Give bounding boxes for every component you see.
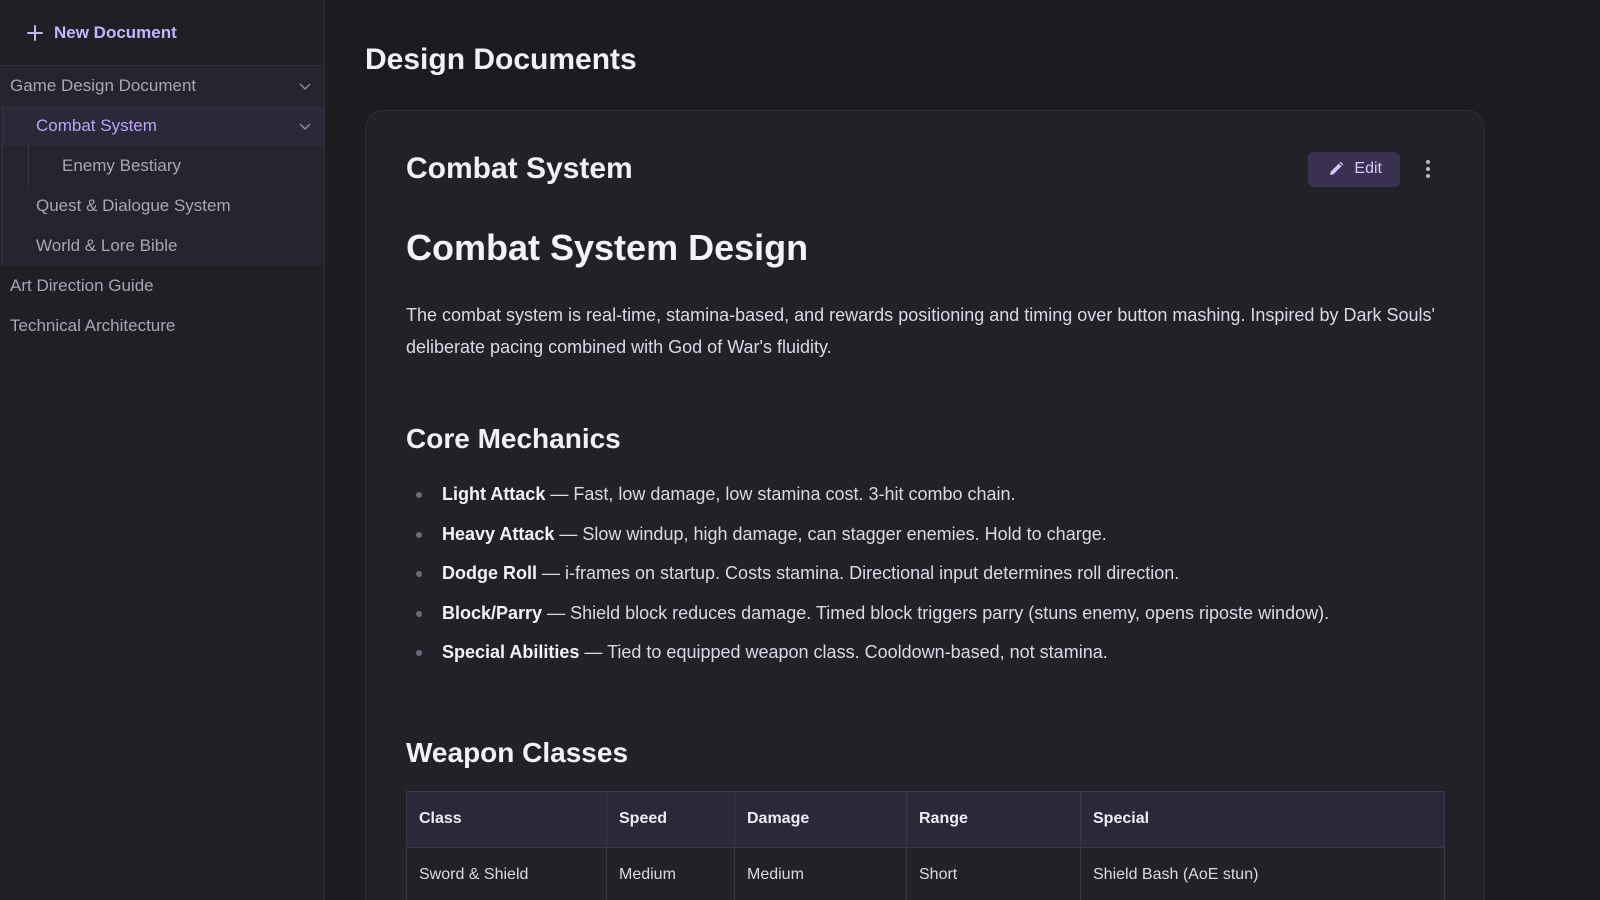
sidebar-item-game-design-document[interactable]: Game Design Document [0,66,324,106]
card-header: Combat System Edit [406,149,1444,189]
chevron-down-icon[interactable] [298,79,312,93]
new-document-label: New Document [54,22,177,42]
list-item: Dodge Roll — i-frames on startup. Costs … [406,554,1444,594]
sidebar: New Document Game Design Document Combat… [0,0,325,900]
sidebar-item-label: Quest & Dialogue System [36,196,231,215]
column-header-class: Class [406,790,607,848]
doc-heading-1: Combat System Design [406,227,809,268]
table-cell: Short [906,846,1081,900]
sidebar-item-label: World & Lore Bible [36,236,178,255]
list-item: Special Abilities — Tied to equipped wea… [406,633,1444,673]
mechanic-desc: — Shield block reduces damage. Timed blo… [542,602,1330,623]
column-header-damage: Damage [734,790,907,848]
mechanic-term: Block/Parry [442,602,543,623]
list-item: Light Attack — Fast, low damage, low sta… [406,475,1444,515]
plus-icon [27,24,43,41]
mechanic-desc: — Fast, low damage, low stamina cost. 3-… [545,484,1016,504]
weapon-classes-table: Class Speed Damage Range Special Sword &… [406,790,1445,900]
edit-label: Edit [1354,160,1382,177]
document-title: Combat System [406,152,633,185]
table-cell: Sword & Shield [406,846,607,900]
document-tree: Game Design Document Combat System Enemy… [0,66,324,346]
weapon-classes-heading: Weapon Classes [406,736,629,768]
mechanic-term: Light Attack [442,484,546,504]
column-header-speed: Speed [606,790,735,848]
list-item: Block/Parry — Shield block reduces damag… [406,594,1444,634]
core-mechanics-list: Light Attack — Fast, low damage, low sta… [406,475,1444,673]
column-header-special: Special [1080,790,1445,848]
more-vertical-icon[interactable] [1420,158,1436,180]
column-header-range: Range [906,790,1081,848]
core-mechanics-heading: Core Mechanics [406,423,621,454]
table-cell: Medium [606,846,735,900]
sidebar-item-enemy-bestiary[interactable]: Enemy Bestiary [29,146,324,186]
edit-button[interactable]: Edit [1308,151,1400,187]
sidebar-item-label: Game Design Document [10,76,197,95]
page-title: Design Documents [365,43,637,76]
mechanic-term: Dodge Roll [442,563,537,583]
mechanic-term: Special Abilities [442,642,580,662]
pencil-icon [1330,161,1344,175]
tree-children-game-design: Combat System Enemy Bestiary Quest & Dia… [2,106,324,266]
table-cell: Medium [734,846,907,900]
sidebar-item-label: Art Direction Guide [10,276,154,295]
document-card: Combat System Edit Combat System Design … [365,110,1485,900]
table-row: Sword & Shield Medium Medium Short Shiel… [406,846,1445,900]
app: New Document Game Design Document Combat… [0,0,1600,900]
card-actions: Edit [1308,151,1436,187]
mechanic-desc: — Tied to equipped weapon class. Cooldow… [579,642,1108,662]
sidebar-item-world-lore-bible[interactable]: World & Lore Bible [3,226,324,266]
sidebar-item-label: Technical Architecture [10,316,176,335]
sidebar-item-technical-architecture[interactable]: Technical Architecture [0,306,324,346]
doc-intro-paragraph: The combat system is real-time, stamina-… [406,305,1435,357]
chevron-down-icon[interactable] [298,119,312,133]
sidebar-item-combat-system[interactable]: Combat System [3,106,324,146]
table-header-row: Class Speed Damage Range Special [406,790,1445,848]
mechanic-desc: — i-frames on startup. Costs stamina. Di… [537,563,1180,583]
mechanic-desc: — Slow windup, high damage, can stagger … [554,523,1107,544]
table-cell: Shield Bash (AoE stun) [1080,846,1445,900]
tree-group-game-design: Game Design Document Combat System Enemy… [0,66,324,266]
sidebar-item-label: Enemy Bestiary [62,156,182,175]
list-item: Heavy Attack — Slow windup, high damage,… [406,515,1444,555]
tree-children-combat-system: Enemy Bestiary [28,146,324,186]
main-content: Design Documents Combat System Edit Comb… [325,0,1600,900]
sidebar-item-quest-dialogue-system[interactable]: Quest & Dialogue System [3,186,324,226]
sidebar-item-art-direction-guide[interactable]: Art Direction Guide [0,266,324,306]
new-document-button[interactable]: New Document [0,0,324,66]
mechanic-term: Heavy Attack [442,523,555,544]
sidebar-item-label: Combat System [36,116,157,135]
